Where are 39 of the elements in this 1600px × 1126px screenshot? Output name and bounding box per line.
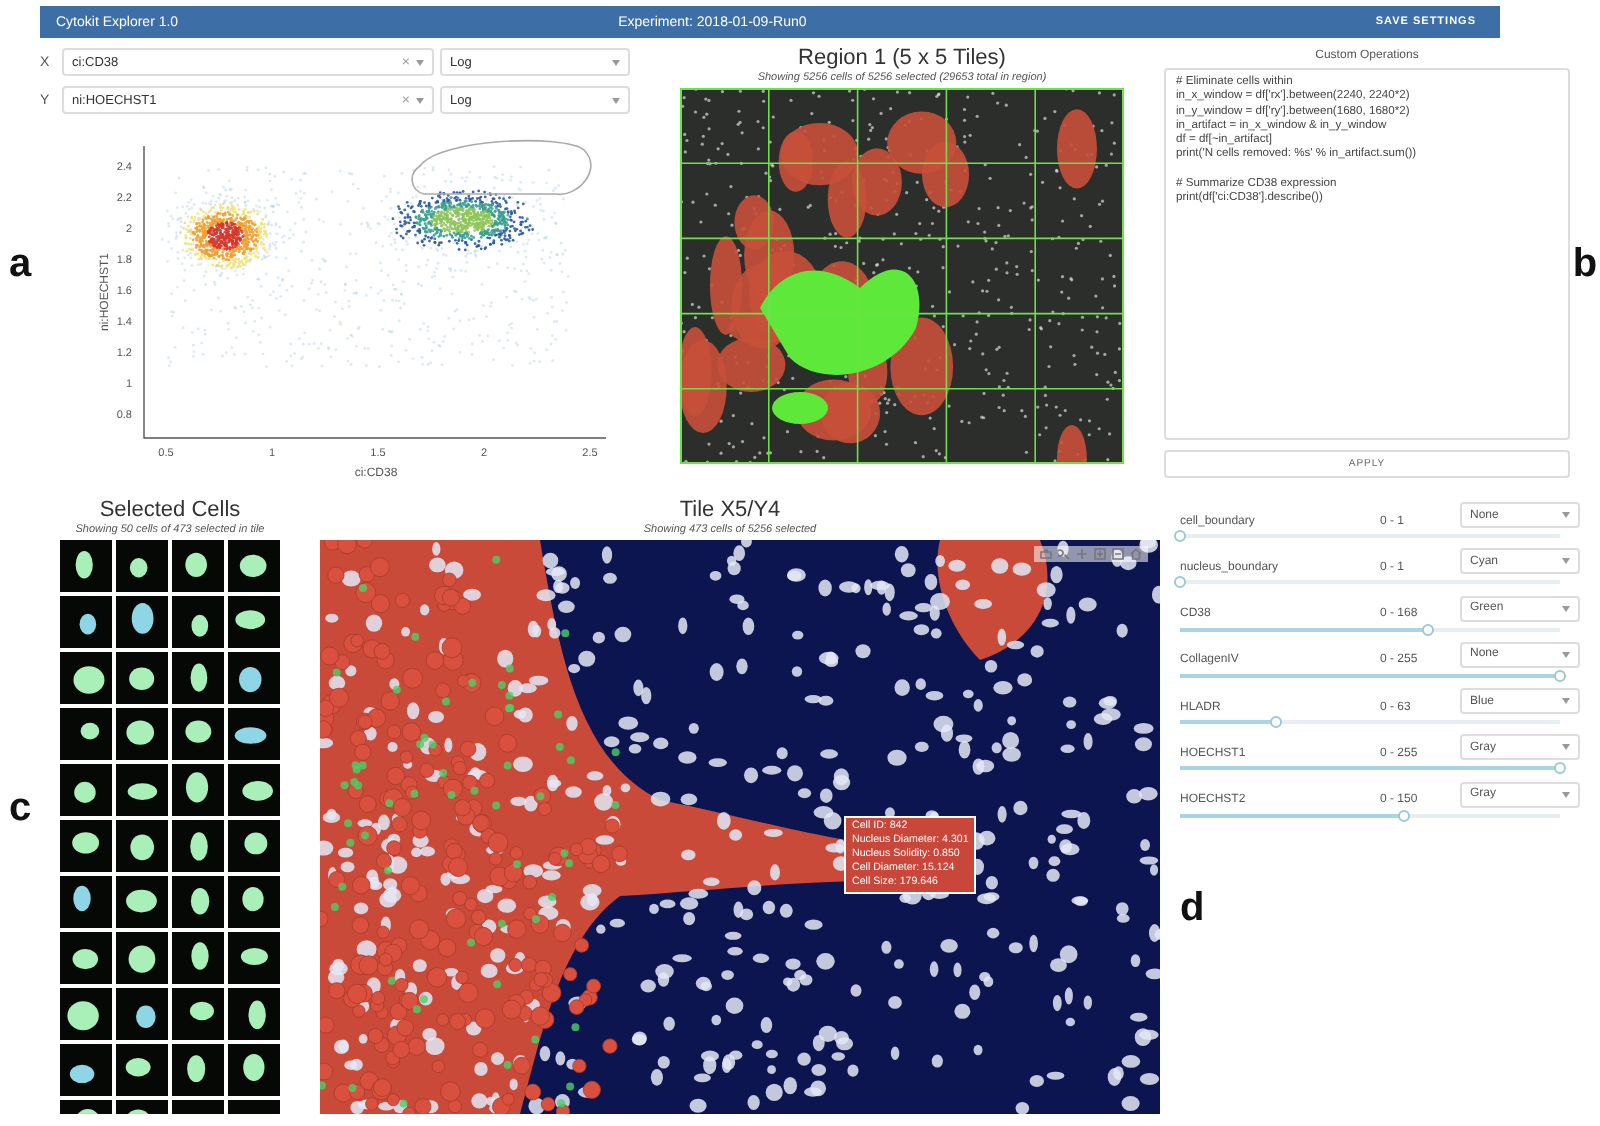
region-micrograph-drawing[interactable] xyxy=(680,88,1124,464)
caret-icon xyxy=(1562,558,1570,565)
slider-handle[interactable] xyxy=(1421,623,1433,636)
slider-handle[interactable] xyxy=(1554,669,1566,682)
slider-handle[interactable] xyxy=(1398,809,1411,822)
slider-handle[interactable] xyxy=(1269,716,1281,729)
caret-icon xyxy=(1562,605,1570,612)
caret-icon xyxy=(1562,791,1570,798)
range-slider[interactable] xyxy=(1180,762,1560,775)
tile-title: Tile X5/Y4 xyxy=(679,498,781,522)
plus-icon[interactable] xyxy=(1094,548,1106,560)
panel-label: d xyxy=(1180,885,1205,932)
caret-icon xyxy=(416,97,424,103)
caret-icon xyxy=(612,97,620,103)
caret-icon xyxy=(416,59,424,65)
tile-micrograph-drawing[interactable] xyxy=(320,540,1160,1114)
slider-handle[interactable] xyxy=(1554,762,1566,775)
range-slider[interactable] xyxy=(1180,669,1560,682)
pan-icon[interactable] xyxy=(1076,548,1088,560)
caret-icon xyxy=(1562,512,1570,518)
panel-label: a xyxy=(8,241,32,287)
gate-outline[interactable] xyxy=(411,139,592,196)
zoom-icon[interactable] xyxy=(1058,548,1070,560)
camera-icon[interactable] xyxy=(1040,548,1052,560)
cell-thumbnails-drawing[interactable] xyxy=(60,540,280,1114)
selected-cells-title: Selected Cells xyxy=(99,498,241,522)
range-slider[interactable] xyxy=(1180,530,1560,542)
caret-icon xyxy=(1562,651,1570,658)
minus-icon[interactable] xyxy=(1112,548,1124,560)
range-slider[interactable] xyxy=(1180,576,1560,589)
slider-handle[interactable] xyxy=(1174,530,1186,542)
caret-icon xyxy=(612,59,620,65)
slider-handle[interactable] xyxy=(1174,576,1186,589)
region-title: Region 1 (5 x 5 Tiles) xyxy=(798,46,1006,70)
caret-icon xyxy=(1562,698,1570,705)
panel-label: c xyxy=(8,785,32,831)
panel-label: b xyxy=(1572,241,1598,287)
home-icon[interactable] xyxy=(1130,548,1142,560)
caret-icon xyxy=(1562,744,1570,751)
